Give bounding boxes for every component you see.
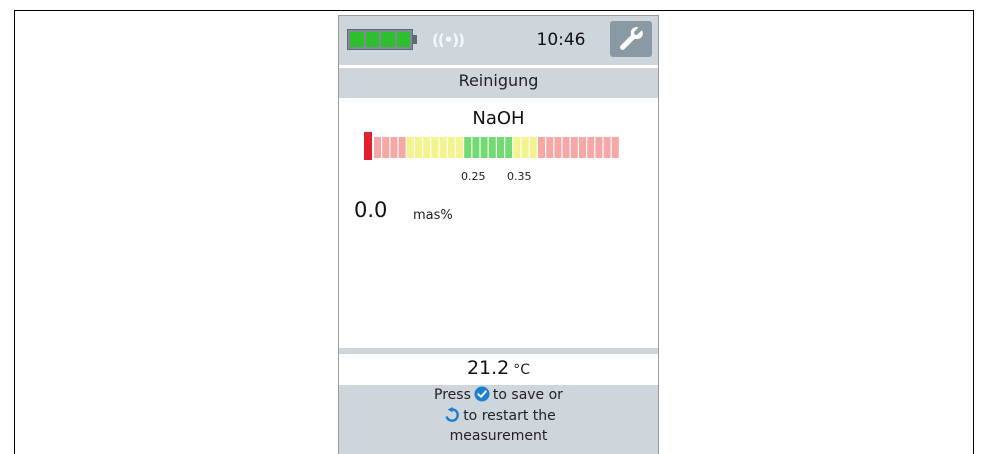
scale-segment-yellow [415,137,422,158]
battery-tip [413,35,417,44]
scale-segment-yellow [431,137,439,158]
concentration-scale [364,132,619,160]
scale-segment-pink [587,137,595,158]
status-bar: ((•)) 10:46 [339,16,658,65]
scale-segment-yellow [513,137,521,158]
prompt-text-restart: to restart the [463,408,556,424]
scale-segment-pink [382,137,390,158]
battery-full-icon [347,29,413,50]
temperature-row: 21.2 °C [339,354,658,383]
reading-value: 0.0 [354,198,388,222]
scale-segment-pink [562,137,570,158]
device-screen: ((•)) 10:46 Reinigung NaOH 0.25 0.35 0.0… [338,15,659,454]
scale-segment-green [505,137,513,158]
measurement-panel: NaOH 0.25 0.35 0.0 mas% [339,98,658,348]
page-title: Reinigung [339,68,658,98]
restart-arrow-icon[interactable] [444,407,460,428]
scale-segment-yellow [447,137,455,158]
prompt-text-press: Press [434,387,471,403]
prompt-text-save: to save or [492,387,563,403]
scale-segment-green [488,137,496,158]
checkmark-circle-icon[interactable] [474,386,490,407]
scale-segment-green [480,137,488,158]
wrench-icon [620,27,643,50]
scale-segment-pink [538,137,545,158]
scale-segment-pink [374,137,381,158]
scale-segment-pink [398,137,406,158]
scale-segment-green [472,137,480,158]
scale-segment-pink [595,137,603,158]
clock: 10:46 [536,30,586,50]
scale-tick-low: 0.25 [461,170,486,183]
prompt-line-2: to restart the [339,407,658,428]
scale-segment-pink [611,137,619,158]
scale-segment-yellow [406,137,414,158]
scale-segment-yellow [456,137,463,158]
scale-segment-yellow [529,137,537,158]
scale-segment-green [497,137,504,158]
medium-name: NaOH [472,108,525,129]
settings-button[interactable] [610,21,652,57]
scale-segment-green [464,137,472,158]
scale-tick-high: 0.35 [507,170,532,183]
prompt-line-1: Press to save or [339,386,658,407]
scale-segment-yellow [439,137,447,158]
scale-segment-pink [579,137,586,158]
temperature-unit: °C [513,362,531,378]
scale-segment-pink [603,137,611,158]
scale-segment-pink [390,137,398,158]
scale-segment-pink [570,137,578,158]
scale-segment-yellow [423,137,431,158]
current-value-marker [364,132,372,160]
temperature-value: 21.2 [466,357,510,379]
instruction-prompt: Press to save or to restart the measureme… [339,385,658,454]
wireless-signal-icon: ((•)) [431,31,465,49]
scale-segment-yellow [521,137,529,158]
scale-segment-pink [546,137,554,158]
reading-unit: mas% [413,208,453,223]
prompt-text-measurement: measurement [449,428,548,444]
scale-segment-pink [554,137,562,158]
